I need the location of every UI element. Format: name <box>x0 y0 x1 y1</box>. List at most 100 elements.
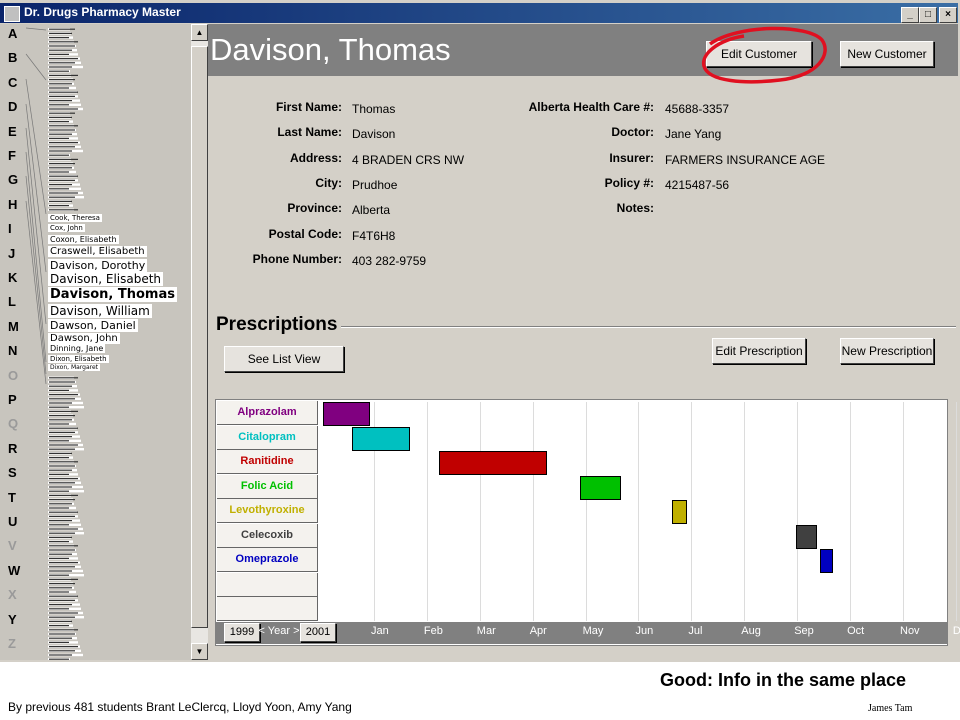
customer-list-item[interactable]: Dixon, Margaret <box>48 364 101 371</box>
customer-list-item[interactable]: Dixon, Elisabeth <box>48 355 109 363</box>
month-label: Jun <box>635 625 654 637</box>
index-letter-t[interactable]: T <box>8 490 16 505</box>
see-list-view-button[interactable]: See List View <box>224 346 344 372</box>
month-gridline <box>691 402 693 621</box>
prescription-bar[interactable] <box>672 500 688 524</box>
index-letter-c[interactable]: C <box>8 75 17 90</box>
drug-label[interactable] <box>217 572 318 597</box>
index-letter-r[interactable]: R <box>8 441 17 456</box>
customer-list-item[interactable]: Davison, Thomas <box>48 287 177 302</box>
index-letter-v[interactable]: V <box>8 538 17 553</box>
index-letter-b[interactable]: B <box>8 50 17 65</box>
field-label: City: <box>315 175 342 190</box>
field-label: Postal Code: <box>268 226 342 241</box>
slide-caption: Good: Info in the same place <box>660 670 907 690</box>
drug-label[interactable]: Folic Acid <box>217 474 318 499</box>
month-gridline <box>850 402 851 621</box>
drug-label[interactable]: Celecoxib <box>217 523 318 548</box>
close-button[interactable]: × <box>939 7 957 23</box>
index-letter-l[interactable]: L <box>8 294 16 309</box>
customer-list-item[interactable]: Cox, John <box>48 224 85 232</box>
month-label: Oct <box>847 625 865 637</box>
prev-year-button[interactable]: 1999 <box>224 623 260 642</box>
customer-list-item[interactable]: Coxon, Elisabeth <box>48 235 119 244</box>
edit-prescription-button[interactable]: Edit Prescription <box>712 338 806 364</box>
new-prescription-button[interactable]: New Prescription <box>840 338 934 364</box>
drug-label[interactable] <box>217 597 318 621</box>
month-label: Sep <box>794 625 814 637</box>
month-gridline <box>426 402 428 621</box>
index-letter-i[interactable]: I <box>8 221 12 236</box>
index-letter-z[interactable]: Z <box>8 636 16 651</box>
field-label: Last Name: <box>277 125 342 140</box>
customer-list-item[interactable]: Davison, William <box>48 304 152 318</box>
index-letter-p[interactable]: P <box>8 392 17 407</box>
month-label: Apr <box>529 625 547 637</box>
index-letter-g[interactable]: G <box>8 172 18 187</box>
scroll-down-icon[interactable]: ▼ <box>191 643 208 660</box>
customer-index-sidebar[interactable]: ABCDEFGHIJKLMNOPQRSTUVWXYZ Cook, Theresa… <box>0 24 191 660</box>
month-gridline <box>479 402 481 621</box>
sidebar-scrollbar[interactable]: ▲ ▼ <box>191 24 208 660</box>
index-letter-h[interactable]: H <box>8 197 17 212</box>
customer-list-item[interactable]: Davison, Elisabeth <box>48 272 164 286</box>
field-label: Doctor: <box>611 125 654 140</box>
index-letter-e[interactable]: E <box>8 124 17 139</box>
field-value: Davison <box>352 127 396 142</box>
index-letter-w[interactable]: W <box>8 563 20 578</box>
customer-list-item[interactable]: Cook, Theresa <box>48 214 102 222</box>
field-value: Prudhoe <box>352 177 398 192</box>
scroll-up-icon[interactable]: ▲ <box>191 24 208 41</box>
prescription-timeline[interactable]: Alprazolam Citalopram Ranitidine Folic Acid… <box>215 399 960 646</box>
hand-drawn-circle-annotation <box>702 26 827 84</box>
month-gridline <box>797 402 799 621</box>
month-gridline <box>955 402 957 621</box>
new-customer-button[interactable]: New Customer <box>840 41 934 67</box>
month-gridline <box>585 402 587 621</box>
prescription-bar[interactable] <box>439 451 548 475</box>
next-year-button[interactable]: 2001 <box>300 623 336 642</box>
prescription-bar[interactable] <box>820 549 833 573</box>
drug-label[interactable]: Levothyroxine <box>217 499 318 523</box>
field-label: Address: <box>289 150 342 165</box>
drug-label[interactable]: Alprazolam <box>217 401 318 425</box>
customer-list-item[interactable]: Dinning, Jane <box>48 344 106 353</box>
prescription-bar[interactable] <box>352 426 410 451</box>
prescription-bar[interactable] <box>579 475 622 500</box>
field-label: First Name: <box>275 100 342 114</box>
index-letter-n[interactable]: N <box>8 343 17 358</box>
field-value: Thomas <box>352 102 396 116</box>
field-label: Alberta Health Care #: <box>528 100 654 114</box>
index-letter-d[interactable]: D <box>8 99 17 114</box>
customer-list-item[interactable]: Dawson, John <box>48 333 120 344</box>
maximize-button[interactable]: □ <box>919 7 937 23</box>
month-gridline <box>902 402 904 621</box>
field-value: Jane Yang <box>665 127 722 142</box>
index-letter-u[interactable]: U <box>8 514 17 529</box>
index-letter-o[interactable]: O <box>8 368 18 383</box>
slide-author: James Tam <box>868 703 913 714</box>
index-letter-x[interactable]: X <box>8 587 17 602</box>
month-label: Jul <box>688 625 703 637</box>
month-label: Nov <box>900 625 920 637</box>
index-letter-j[interactable]: J <box>8 246 15 261</box>
index-letter-q[interactable]: Q <box>8 416 18 431</box>
index-letter-a[interactable]: A <box>8 26 17 41</box>
prescription-bar[interactable] <box>796 524 817 549</box>
drug-label[interactable]: Ranitidine <box>217 450 318 474</box>
scroll-thumb[interactable] <box>191 46 208 628</box>
prescription-bar[interactable] <box>323 402 370 426</box>
drug-label[interactable]: Citalopram <box>217 425 318 450</box>
index-letter-f[interactable]: F <box>8 148 16 163</box>
customer-list-item[interactable]: Dawson, Daniel <box>48 319 138 332</box>
index-letter-m[interactable]: M <box>8 319 19 334</box>
index-letter-s[interactable]: S <box>8 465 17 480</box>
drug-label[interactable]: Omeprazole <box>217 548 318 572</box>
slide-credit: By previous 481 students Brant LeClercq,… <box>8 700 352 714</box>
index-letter-y[interactable]: Y <box>8 612 17 627</box>
minimize-button[interactable]: _ <box>901 7 919 23</box>
customer-list-item[interactable]: Davison, Dorothy <box>48 259 148 272</box>
customer-list-item[interactable]: Craswell, Elisabeth <box>48 246 147 257</box>
index-letter-k[interactable]: K <box>8 270 17 285</box>
month-label: Mar <box>476 625 496 637</box>
